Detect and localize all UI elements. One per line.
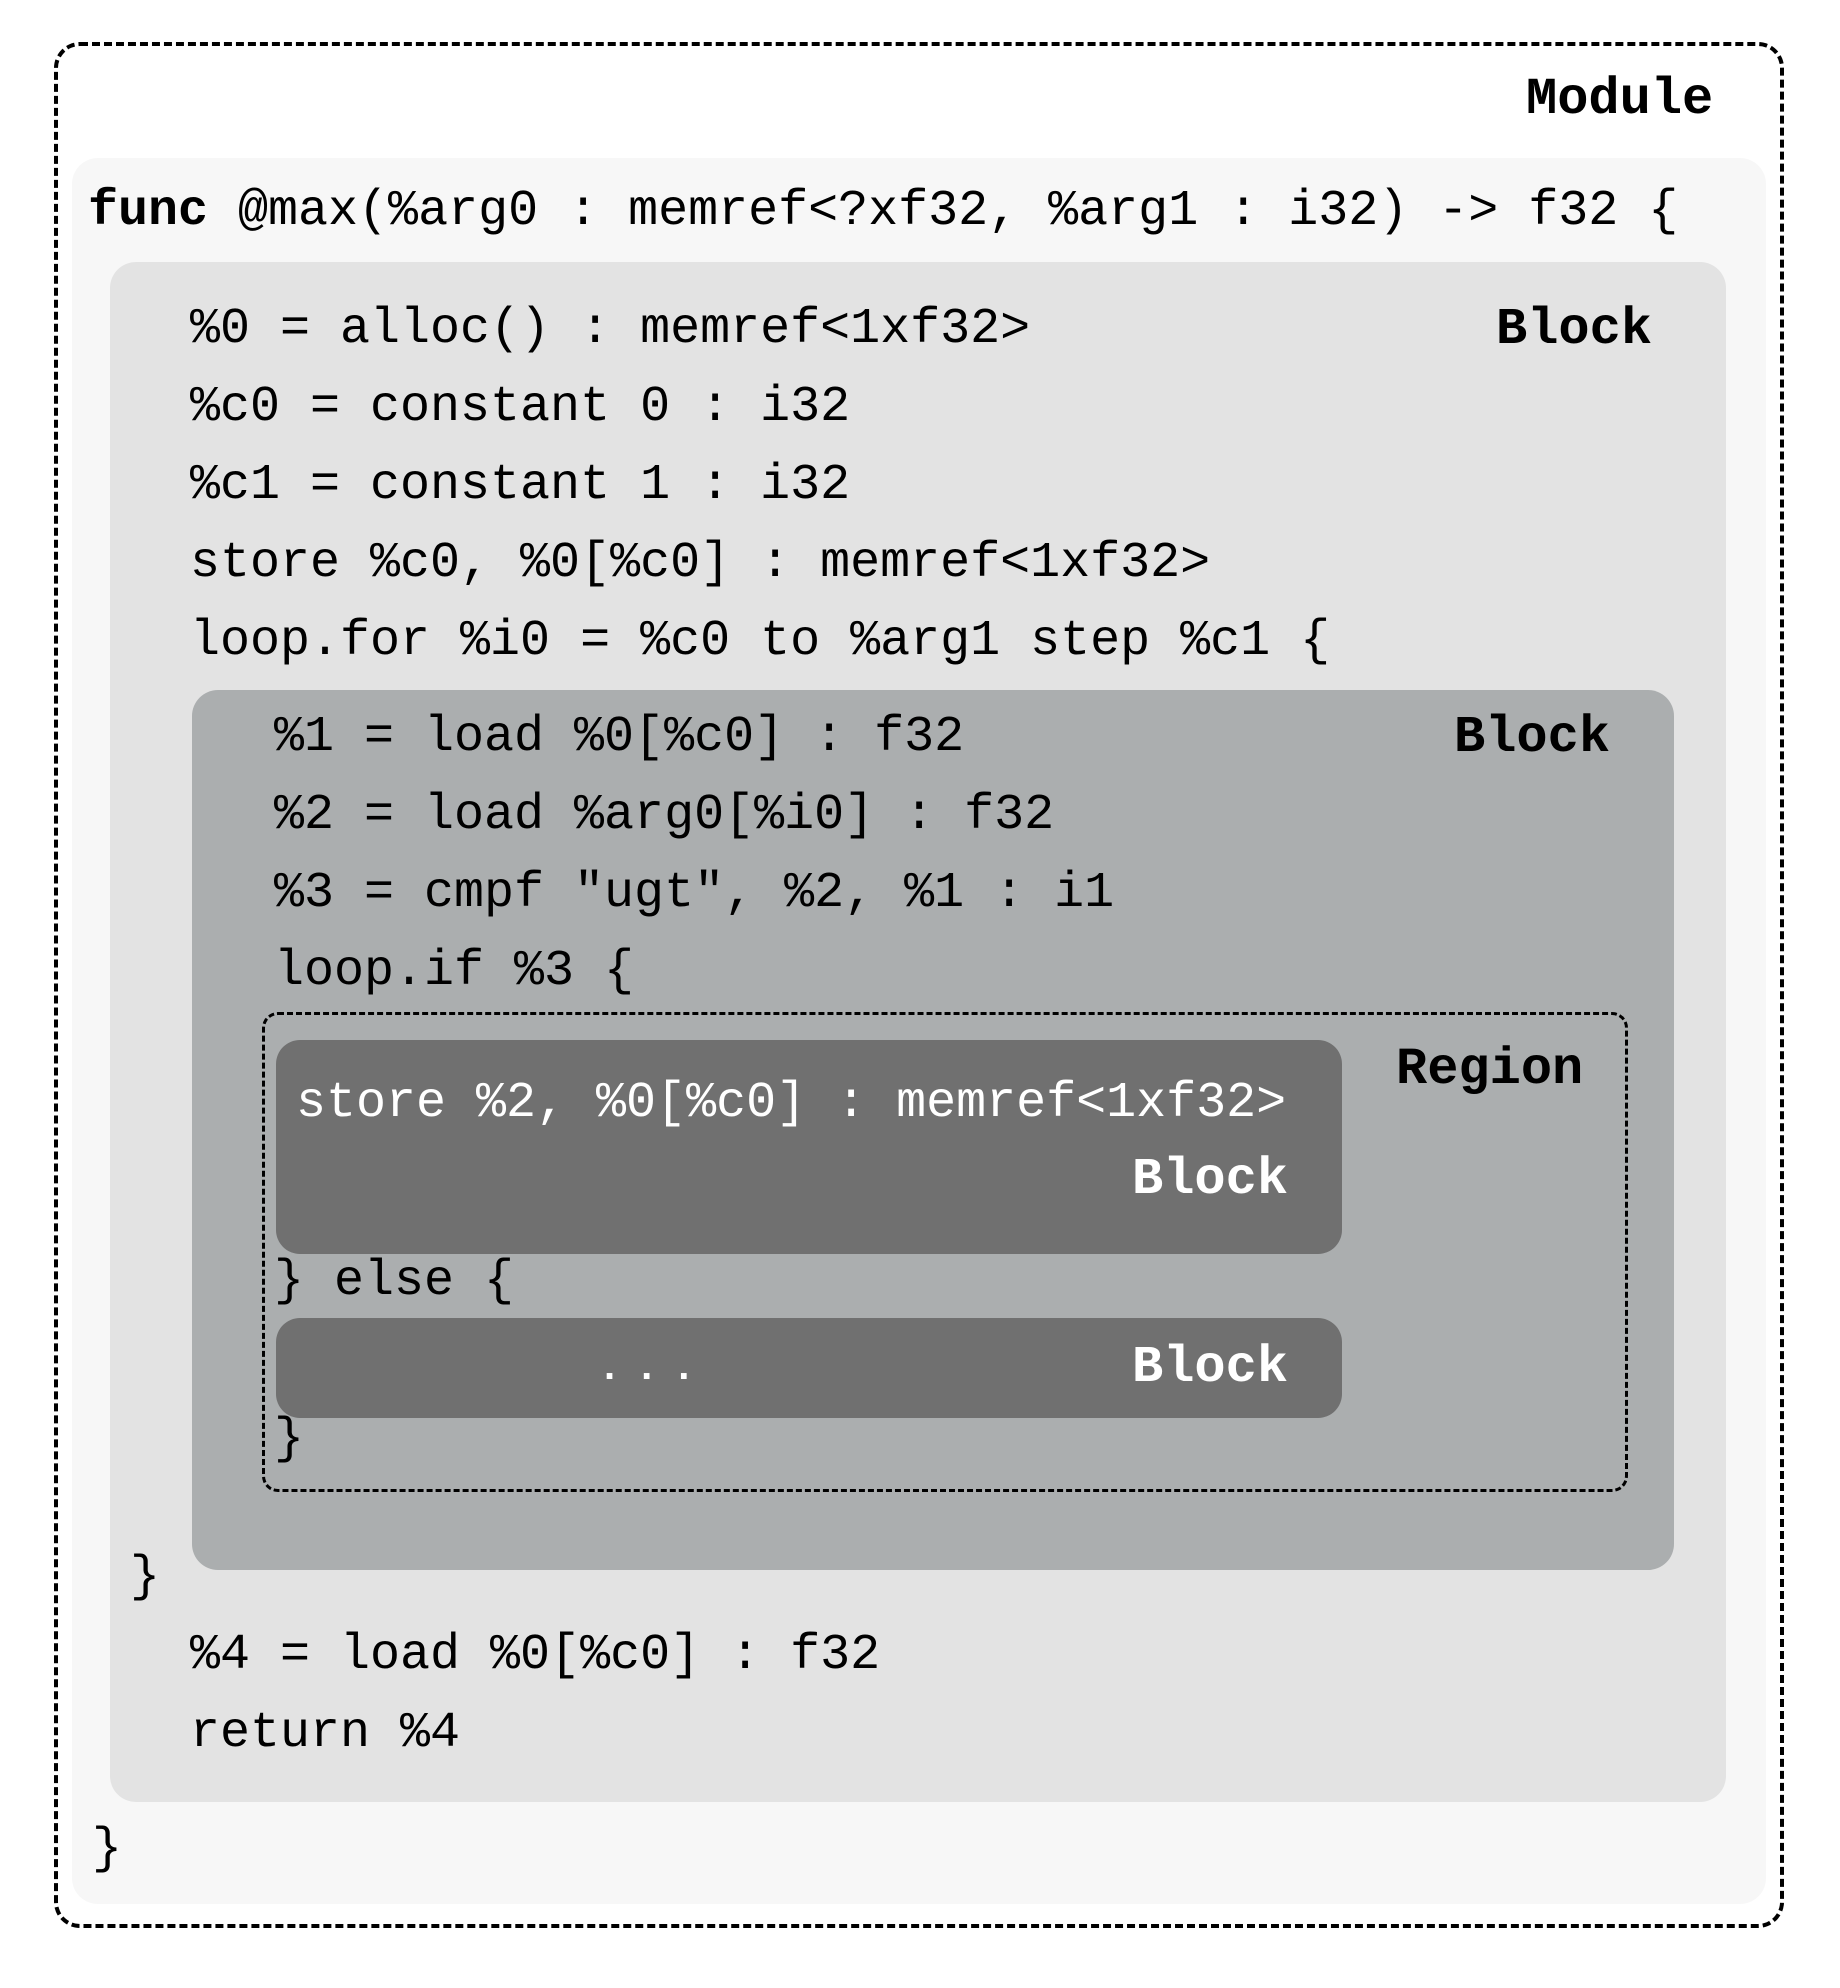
func-keyword: func — [88, 183, 209, 240]
func-declaration: func @max(%arg0 : memref<?xf32, %arg1 : … — [88, 182, 1678, 242]
then-line: store %2, %0[%c0] : memref<1xf32> — [296, 1075, 1287, 1132]
outer-line-1: %0 = alloc() : memref<1xf32> — [190, 301, 1031, 358]
after-line-1: %4 = load %0[%c0] : f32 — [190, 1627, 881, 1684]
outer-line-5: loop.for %i0 = %c0 to %arg1 step %c1 { — [190, 613, 1331, 670]
loop-line-2: %2 = load %arg0[%i0] : f32 — [274, 787, 1055, 844]
loop-block-label: Block — [1454, 708, 1611, 767]
loop-line-1: %1 = load %0[%c0] : f32 — [274, 709, 965, 766]
func-signature: @max(%arg0 : memref<?xf32, %arg1 : i32) … — [208, 183, 1679, 240]
region-label: Region — [1396, 1040, 1584, 1099]
after-line-2: return %4 — [190, 1705, 461, 1762]
loop-close-brace: } — [130, 1549, 161, 1606]
module-label: Module — [1526, 70, 1714, 129]
outer-line-4: store %c0, %0[%c0] : memref<1xf32> — [190, 535, 1211, 592]
then-block — [276, 1040, 1342, 1254]
if-close-brace: } — [274, 1411, 305, 1468]
else-ellipsis: ... — [604, 1344, 716, 1388]
loop-line-4: loop.if %3 { — [274, 943, 635, 1000]
outer-block-label: Block — [1496, 300, 1653, 359]
then-block-label: Block — [1132, 1150, 1289, 1209]
else-line: } else { — [274, 1253, 515, 1310]
outer-line-3: %c1 = constant 1 : i32 — [190, 457, 851, 514]
else-block-label: Block — [1132, 1338, 1289, 1397]
func-close-brace: } — [92, 1821, 123, 1878]
outer-line-2: %c0 = constant 0 : i32 — [190, 379, 851, 436]
loop-line-3: %3 = cmpf "ugt", %2, %1 : i1 — [274, 865, 1115, 922]
